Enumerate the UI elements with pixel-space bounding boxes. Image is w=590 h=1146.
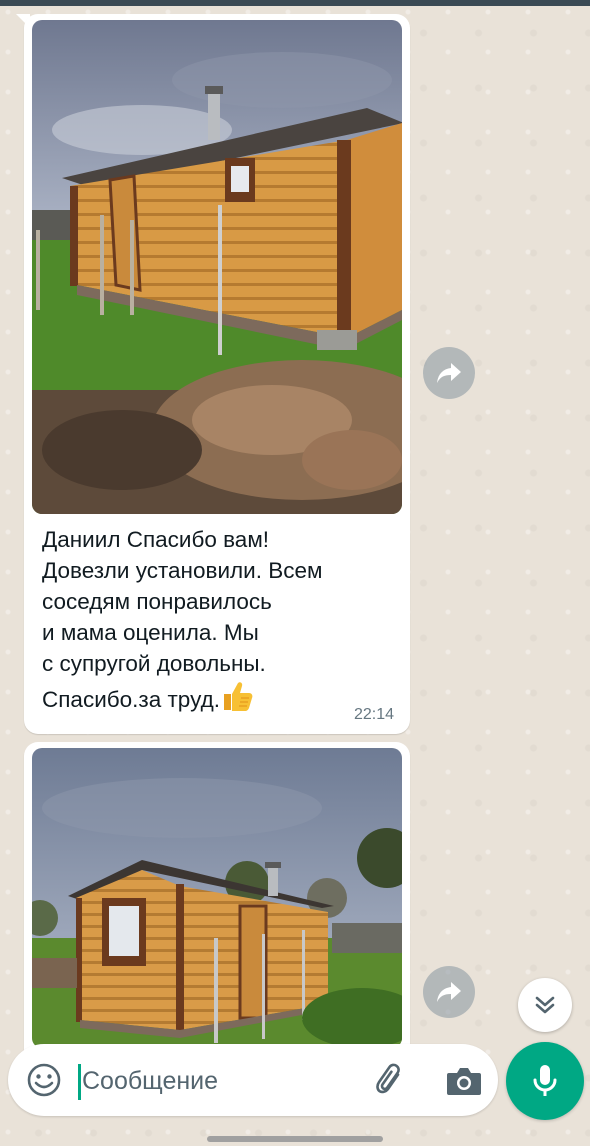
photo-wooden-cabin bbox=[32, 748, 402, 1048]
message-composer bbox=[8, 1044, 498, 1116]
status-bar-strip bbox=[0, 0, 590, 6]
paperclip-icon bbox=[376, 1063, 400, 1094]
emoji-button[interactable] bbox=[26, 1062, 62, 1098]
message-bubble[interactable] bbox=[24, 742, 410, 1062]
scroll-down-button[interactable] bbox=[518, 978, 572, 1032]
message-time: 22:14 bbox=[353, 706, 394, 723]
photo-wooden-cabin bbox=[32, 20, 402, 514]
home-indicator bbox=[207, 1136, 383, 1142]
message-photo[interactable] bbox=[32, 748, 402, 1048]
forward-icon bbox=[437, 363, 461, 383]
microphone-icon bbox=[533, 1065, 557, 1096]
attach-button[interactable] bbox=[372, 1062, 410, 1100]
double-chevron-down-icon bbox=[535, 996, 555, 1014]
message-text: Даниил Спасибо вам! Довезли установили. … bbox=[42, 527, 323, 713]
emoji-icon bbox=[27, 1063, 61, 1097]
camera-button[interactable] bbox=[444, 1062, 484, 1100]
message-input[interactable] bbox=[82, 1062, 352, 1100]
message-photo[interactable] bbox=[32, 20, 402, 514]
forward-button[interactable] bbox=[423, 347, 475, 399]
forward-button[interactable] bbox=[423, 966, 475, 1018]
forward-icon bbox=[437, 982, 461, 1002]
message-bubble[interactable]: Даниил Спасибо вам! Довезли установили. … bbox=[24, 14, 410, 734]
camera-icon bbox=[447, 1068, 481, 1095]
thumbs-up-emoji bbox=[220, 679, 254, 713]
voice-record-button[interactable] bbox=[506, 1042, 584, 1120]
text-cursor bbox=[78, 1064, 81, 1100]
